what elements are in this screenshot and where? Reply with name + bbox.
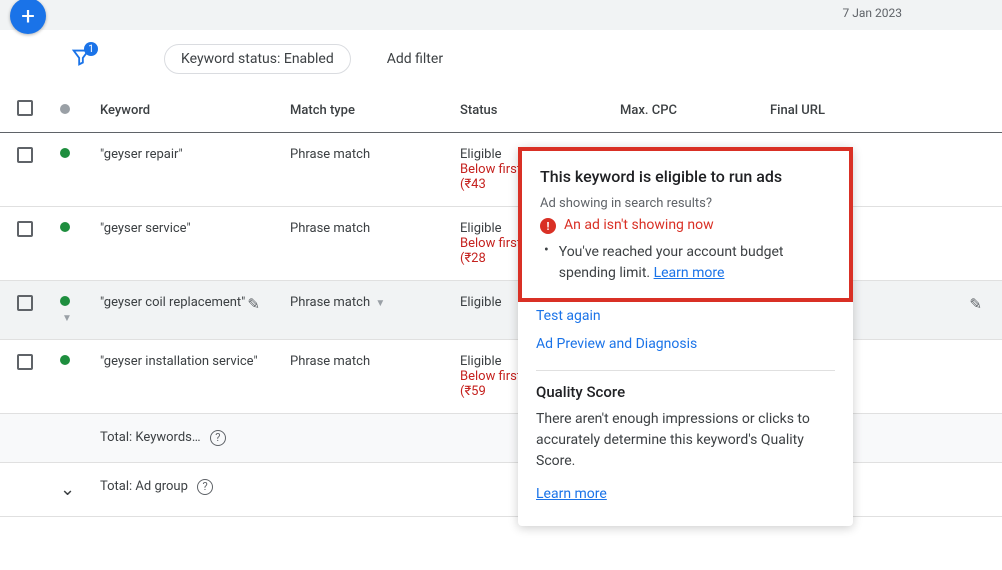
learn-more-link[interactable]: Learn more bbox=[654, 265, 725, 281]
keyword-text: "geyser coil replacement" bbox=[100, 295, 245, 310]
total-keywords: Total: Keywords… ? bbox=[90, 414, 280, 463]
add-filter-button[interactable]: Add filter bbox=[387, 51, 443, 67]
divider bbox=[536, 370, 835, 371]
bullet-icon: • bbox=[544, 242, 549, 284]
col-match[interactable]: Match type bbox=[280, 88, 450, 133]
pencil-icon[interactable]: ✎ bbox=[247, 295, 260, 313]
filter-bar: 1 Keyword status: Enabled Add filter bbox=[0, 30, 1002, 88]
keyword-cell[interactable]: "geyser installation service" bbox=[90, 340, 280, 414]
match-cell: Phrase match bbox=[280, 340, 450, 414]
row-checkbox[interactable] bbox=[17, 221, 33, 237]
keyword-cell[interactable]: "geyser repair" bbox=[90, 133, 280, 207]
info-icon[interactable]: ? bbox=[210, 430, 226, 446]
col-keyword[interactable]: Keyword bbox=[90, 88, 280, 133]
alert-icon: ! bbox=[540, 218, 556, 234]
row-checkbox[interactable] bbox=[17, 147, 33, 163]
col-cpc[interactable]: Max. CPC bbox=[610, 88, 760, 133]
chevron-down-icon[interactable]: ▼ bbox=[375, 298, 385, 309]
popover-subtitle: Ad showing in search results? bbox=[540, 196, 831, 211]
row-checkbox[interactable] bbox=[17, 354, 33, 370]
test-again-link[interactable]: Test again bbox=[518, 302, 853, 330]
row-checkbox[interactable] bbox=[17, 295, 33, 311]
learn-more-link[interactable]: Learn more bbox=[518, 486, 853, 508]
select-all-checkbox[interactable] bbox=[17, 100, 33, 116]
status-dot bbox=[60, 148, 70, 158]
status-dot[interactable] bbox=[60, 296, 70, 306]
col-status[interactable]: Status bbox=[450, 88, 610, 133]
match-text: Phrase match bbox=[290, 295, 370, 310]
popover-title: This keyword is eligible to run ads bbox=[540, 167, 831, 186]
bullet-text: You've reached your account budget spend… bbox=[559, 242, 831, 284]
status-popover: This keyword is eligible to run ads Ad s… bbox=[518, 147, 853, 526]
highlighted-region: This keyword is eligible to run ads Ad s… bbox=[518, 147, 853, 302]
status-dot-header bbox=[60, 104, 70, 114]
status-dot bbox=[60, 355, 70, 365]
keyword-cell[interactable]: "geyser coil replacement" ✎ bbox=[90, 281, 280, 340]
filter-chip[interactable]: Keyword status: Enabled bbox=[164, 44, 351, 74]
info-icon[interactable]: ? bbox=[197, 479, 213, 495]
status-dot bbox=[60, 222, 70, 232]
col-url[interactable]: Final URL bbox=[760, 88, 1002, 133]
date-label: 7 Jan 2023 bbox=[843, 6, 902, 20]
chevron-down-icon[interactable]: ⌄ bbox=[60, 479, 75, 500]
quality-score-text: There aren't enough impressions or click… bbox=[518, 409, 853, 486]
match-cell: Phrase match bbox=[280, 207, 450, 281]
total-adgroup: Total: Ad group ? bbox=[90, 463, 280, 517]
add-fab[interactable]: + bbox=[10, 0, 46, 34]
quality-score-title: Quality Score bbox=[518, 383, 853, 409]
ad-preview-link[interactable]: Ad Preview and Diagnosis bbox=[518, 330, 853, 358]
keyword-cell[interactable]: "geyser service" bbox=[90, 207, 280, 281]
filter-icon[interactable]: 1 bbox=[70, 46, 92, 72]
match-cell: Phrase match bbox=[280, 133, 450, 207]
match-cell[interactable]: Phrase match ▼ bbox=[280, 281, 450, 340]
pencil-icon[interactable]: ✎ bbox=[969, 295, 982, 313]
filter-count-badge: 1 bbox=[84, 42, 98, 56]
chevron-down-icon[interactable]: ▼ bbox=[62, 313, 72, 324]
alert-text: An ad isn't showing now bbox=[564, 217, 714, 233]
